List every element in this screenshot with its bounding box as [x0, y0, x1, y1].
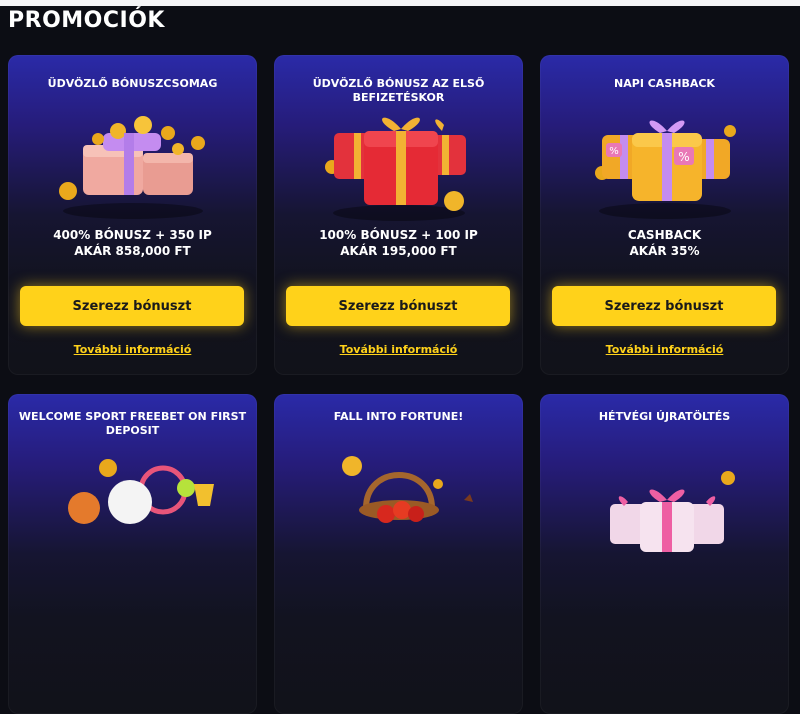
promo-card-fall-into-fortune: FALL INTO FORTUNE! [274, 394, 523, 714]
promo-card-welcome-package: ÜDVÖZLŐ BÓNUSZCSOMAG 400% BÓNUSZ + 350 I… [8, 55, 257, 375]
more-info-link[interactable]: További információ [540, 343, 789, 356]
gift-boxes-coins-icon [8, 103, 257, 223]
promo-title: ÜDVÖZLŐ BÓNUSZ AZ ELSŐ BEFIZETÉSKOR [312, 77, 485, 104]
promo-card-daily-cashback: NAPI CASHBACK % % CASHBACK AKÁR 35% Szer… [540, 55, 789, 375]
page-title: PROMOCIÓK [8, 8, 165, 33]
claim-bonus-button[interactable]: Szerezz bónuszt [20, 286, 244, 326]
promo-title: WELCOME SPORT FREEBET ON FIRST DEPOSIT [18, 410, 247, 437]
promo-title: FALL INTO FORTUNE! [333, 410, 464, 423]
promo-offer-line2: AKÁR 858,000 FT [74, 244, 191, 258]
promo-offer: 400% BÓNUSZ + 350 IP AKÁR 858,000 FT [18, 227, 247, 259]
claim-bonus-button[interactable]: Szerezz bónuszt [552, 286, 776, 326]
promo-card-weekend-reload: HÉTVÉGI ÚJRATÖLTÉS [540, 394, 789, 714]
promo-offer-line2: AKÁR 35% [629, 244, 700, 258]
claim-bonus-button[interactable]: Szerezz bónuszt [286, 286, 510, 326]
more-info-link[interactable]: További információ [8, 343, 257, 356]
promo-offer-line1: CASHBACK [627, 228, 702, 242]
promo-title: ÜDVÖZLŐ BÓNUSZCSOMAG [47, 77, 218, 90]
svg-text:%: % [678, 150, 689, 164]
pink-gift-boxes-icon [540, 444, 789, 564]
more-info-link[interactable]: További információ [274, 343, 523, 356]
promo-title: HÉTVÉGI ÚJRATÖLTÉS [598, 410, 731, 423]
promo-title: NAPI CASHBACK [614, 77, 715, 90]
red-gift-boxes-icon [274, 103, 523, 223]
fruit-basket-icon [274, 444, 523, 564]
top-strip [0, 0, 800, 6]
promo-card-sport-freebet: WELCOME SPORT FREEBET ON FIRST DEPOSIT [8, 394, 257, 714]
promo-offer-line1: 100% BÓNUSZ + 100 IP [319, 228, 478, 242]
cashback-gifts-icon: % % [540, 103, 789, 223]
promo-offer-line1: 400% BÓNUSZ + 350 IP [53, 228, 212, 242]
promo-offer: 100% BÓNUSZ + 100 IP AKÁR 195,000 FT [284, 227, 513, 259]
promo-offer: CASHBACK AKÁR 35% [550, 227, 779, 259]
svg-text:%: % [609, 146, 619, 157]
promo-offer-line2: AKÁR 195,000 FT [340, 244, 457, 258]
promo-card-first-deposit: ÜDVÖZLŐ BÓNUSZ AZ ELSŐ BEFIZETÉSKOR 100%… [274, 55, 523, 375]
sport-balls-trophy-icon [8, 444, 257, 564]
